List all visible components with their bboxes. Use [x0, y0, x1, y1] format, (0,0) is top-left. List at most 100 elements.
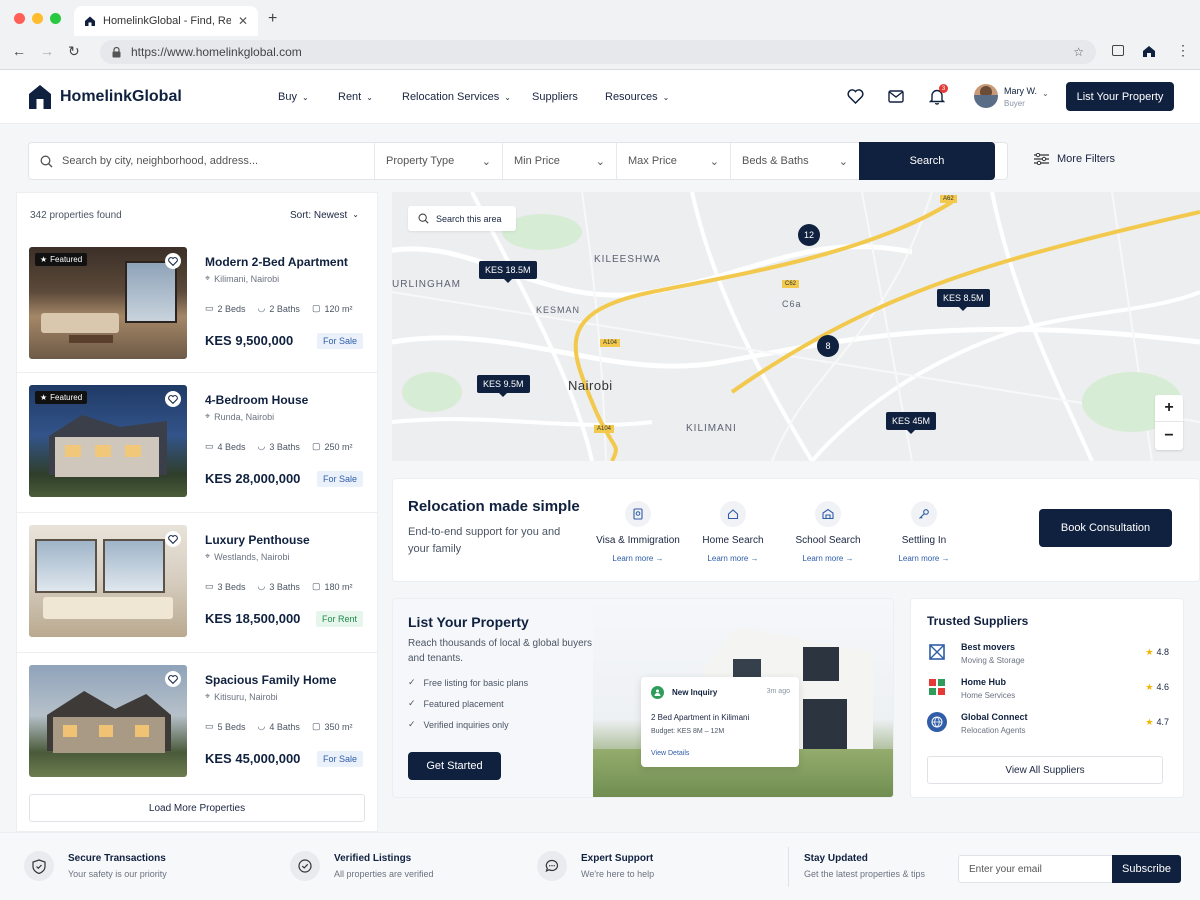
book-consultation-button[interactable]: Book Consultation	[1039, 509, 1172, 547]
search-this-area-button[interactable]: Search this area	[408, 206, 516, 231]
nav-rent[interactable]: Rent ⌄	[338, 70, 373, 124]
listing-title[interactable]: 4-Bedroom House	[205, 393, 308, 407]
service-settling-in[interactable]: Settling In Learn more →	[876, 501, 972, 563]
listing-photo[interactable]: ★ Featured	[29, 247, 187, 359]
area-icon: ▢	[311, 721, 321, 731]
forward-icon[interactable]: →	[40, 43, 54, 59]
listing-card[interactable]: ★ Featured 4-Bedroom House ⌖ Runda, Nairob…	[17, 373, 377, 513]
nav-relocation-services[interactable]: Relocation Services ⌄	[402, 70, 511, 124]
bookmark-star-icon[interactable]: ☆	[1073, 45, 1084, 59]
property-type-select[interactable]: Property Type ⌄	[375, 143, 503, 179]
nav-buy[interactable]: Buy ⌄	[278, 70, 309, 124]
service-visa-immigration[interactable]: Visa & Immigration Learn more →	[590, 501, 686, 563]
supplier-item[interactable]: Best movers Moving & Storage ★ 4.8	[927, 641, 1169, 671]
maximize-window-button[interactable]	[50, 13, 61, 24]
service-school-search[interactable]: School Search Learn more →	[780, 501, 876, 563]
supplier-name: Global Connect	[961, 712, 1028, 722]
supplier-item[interactable]: Home Hub Home Services ★ 4.6	[927, 676, 1169, 706]
listing-photo[interactable]	[29, 525, 187, 637]
learn-more-link[interactable]: Learn more →	[780, 554, 876, 563]
save-heart-icon[interactable]	[165, 671, 181, 687]
map-label: URLINGHAM	[392, 279, 462, 290]
listing-title[interactable]: Spacious Family Home	[205, 673, 336, 687]
search-input[interactable]: Search by city, neighborhood, address...	[62, 155, 258, 167]
listing-price: KES 28,000,000	[205, 471, 301, 486]
area-text: 250 m²	[324, 441, 353, 452]
browser-tab[interactable]: HomelinkGlobal - Find, Rent, Bu ✕	[74, 6, 258, 36]
supplier-category: Moving & Storage	[961, 656, 1025, 665]
learn-more-link[interactable]: Learn more →	[876, 554, 972, 563]
messages-mail-icon[interactable]	[888, 90, 904, 103]
list-your-property-button[interactable]: List Your Property	[1066, 82, 1174, 111]
save-heart-icon[interactable]	[165, 391, 181, 407]
close-window-button[interactable]	[14, 13, 25, 24]
map-cluster[interactable]: 12	[798, 224, 820, 246]
user-menu[interactable]: Mary W. Buyer	[1004, 86, 1037, 108]
subscribe-button[interactable]: Subscribe	[1112, 855, 1181, 883]
listing-photo[interactable]: ★ Featured	[29, 385, 187, 497]
search-button[interactable]: Search	[859, 142, 995, 180]
rating-value: 4.7	[1156, 717, 1169, 727]
listing-card[interactable]: Spacious Family Home ⌖ Kitisuru, Nairobi …	[17, 653, 377, 793]
service-home-search[interactable]: Home Search Learn more →	[685, 501, 781, 563]
get-started-button[interactable]: Get Started	[408, 752, 501, 780]
listing-card[interactable]: Luxury Penthouse ⌖ Westlands, Nairobi ▭ 3 …	[17, 513, 377, 653]
zoom-in-button[interactable]: +	[1155, 395, 1183, 422]
more-filters-button[interactable]: More Filters	[1034, 153, 1115, 165]
max-price-select[interactable]: Max Price ⌄	[617, 143, 731, 179]
supplier-item[interactable]: Global Connect Relocation Agents ★ 4.7	[927, 711, 1169, 741]
email-field[interactable]: Enter your email	[958, 855, 1112, 883]
area-icon: ▢	[311, 581, 321, 591]
avatar[interactable]	[974, 84, 998, 108]
address-bar[interactable]: https://www.homelinkglobal.com ☆	[100, 40, 1096, 64]
save-heart-icon[interactable]	[165, 253, 181, 269]
nav-suppliers[interactable]: Suppliers	[532, 70, 578, 124]
min-price-select[interactable]: Min Price ⌄	[503, 143, 617, 179]
map-price-pin[interactable]: KES 8.5M	[937, 289, 990, 311]
learn-more-link[interactable]: Learn more →	[685, 554, 781, 563]
relocation-subtitle: End-to-end support for you and your fami…	[408, 526, 561, 555]
zoom-out-button[interactable]: −	[1155, 422, 1183, 449]
listing-card[interactable]: ★ Featured Modern 2-Bed Apartment ⌖ Kilima…	[17, 235, 377, 373]
favorites-heart-icon[interactable]	[847, 89, 864, 104]
browser-menu-icon[interactable]: ⋮	[1176, 42, 1190, 59]
listing-title[interactable]: Modern 2-Bed Apartment	[205, 255, 348, 269]
nav-resources[interactable]: Resources ⌄	[605, 70, 669, 124]
map-view[interactable]: KILEESHWA URLINGHAM Nairobi KILIMANI KES…	[392, 192, 1200, 461]
listing-specs: ▭ 2 Beds ◡ 2 Baths ▢ 120 m²	[205, 303, 352, 314]
reload-icon[interactable]: ↻	[68, 43, 80, 60]
view-all-suppliers-button[interactable]: View All Suppliers	[927, 756, 1163, 784]
map-price-pin[interactable]: KES 45M	[886, 412, 937, 434]
movers-logo-icon	[928, 643, 946, 661]
list-property-title: List Your Property	[408, 614, 529, 630]
minimize-window-button[interactable]	[32, 13, 43, 24]
listings-panel: 342 properties found Sort: Newest ⌄ ★ Feat…	[16, 192, 378, 832]
map-price-pin[interactable]: KES 9.5M	[477, 375, 530, 397]
search-field[interactable]: Search by city, neighborhood, address...	[29, 143, 375, 179]
new-inquiry-card[interactable]: New Inquiry 3m ago 2 Bed Apartment in Ki…	[641, 677, 799, 767]
save-heart-icon[interactable]	[165, 531, 181, 547]
sort-select[interactable]: Sort: Newest ⌄	[290, 210, 359, 221]
new-tab-button[interactable]: +	[268, 10, 277, 28]
listing-title[interactable]: Luxury Penthouse	[205, 533, 310, 547]
close-tab-icon[interactable]: ✕	[238, 14, 248, 28]
bath-icon: ◡	[257, 441, 266, 451]
search-icon	[40, 155, 53, 168]
relocation-title: Relocation made simple	[408, 498, 580, 515]
sidebar-toggle-icon[interactable]	[1112, 45, 1124, 56]
map-price-pin[interactable]: KES 18.5M	[479, 261, 537, 283]
min-price-label: Min Price	[514, 155, 560, 167]
learn-more-link[interactable]: Learn more →	[590, 554, 686, 563]
list-property-subtitle: Reach thousands of local & global buyers…	[408, 638, 593, 664]
extension-icon[interactable]	[1142, 44, 1156, 58]
beds-baths-select[interactable]: Beds & Baths ⌄	[731, 143, 859, 179]
location-pin-icon: ⌖	[205, 691, 211, 701]
back-icon[interactable]: ←	[12, 43, 26, 59]
map-cluster[interactable]: 8	[817, 335, 839, 357]
listing-specs: ▭ 3 Beds ◡ 3 Baths ▢ 180 m²	[205, 581, 352, 592]
load-more-button[interactable]: Load More Properties	[29, 794, 365, 822]
view-details-link[interactable]: View Details	[651, 750, 689, 757]
listing-photo[interactable]	[29, 665, 187, 777]
user-chevron-down-icon[interactable]: ⌄	[1042, 89, 1049, 98]
logo[interactable]: HomelinkGlobal	[28, 84, 182, 110]
